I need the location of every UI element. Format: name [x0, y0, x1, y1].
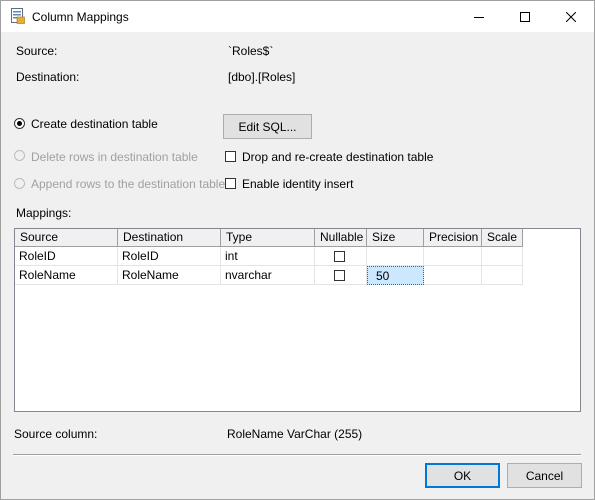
cancel-button[interactable]: Cancel [507, 463, 582, 488]
edit-sql-button[interactable]: Edit SQL... [223, 114, 312, 139]
close-icon [566, 11, 576, 22]
minimize-button[interactable] [456, 1, 502, 32]
size-cell[interactable] [367, 247, 424, 266]
append-rows-label[interactable]: Append rows to the destination table [31, 177, 225, 191]
create-table-radio[interactable] [14, 118, 25, 129]
nullable-cell[interactable] [315, 266, 367, 285]
source-column-label: Source column: [14, 427, 98, 441]
destination-cell[interactable]: RoleName [118, 266, 221, 285]
column-header-destination[interactable]: Destination [118, 229, 221, 247]
nullable-checkbox[interactable] [334, 270, 345, 281]
scale-cell[interactable] [482, 247, 523, 266]
mappings-grid[interactable]: Source Destination Type Nullable Size Pr… [14, 228, 581, 412]
identity-insert-checkbox[interactable] [225, 178, 236, 189]
source-cell[interactable]: RoleID [15, 247, 118, 266]
type-cell[interactable]: int [221, 247, 315, 266]
column-header-source[interactable]: Source [15, 229, 118, 247]
separator [13, 454, 581, 456]
nullable-cell[interactable] [315, 247, 367, 266]
column-header-nullable[interactable]: Nullable [315, 229, 367, 247]
minimize-icon [474, 16, 484, 18]
source-label: Source: [16, 44, 58, 58]
destination-value: [dbo].[Roles] [228, 70, 296, 84]
destination-label: Destination: [16, 70, 80, 84]
column-header-precision[interactable]: Precision [424, 229, 482, 247]
app-icon [11, 8, 25, 24]
create-table-label[interactable]: Create destination table [31, 117, 158, 131]
identity-insert-label[interactable]: Enable identity insert [242, 177, 353, 191]
delete-rows-label[interactable]: Delete rows in destination table [31, 150, 198, 164]
source-cell[interactable]: RoleName [15, 266, 118, 285]
delete-rows-radio[interactable] [14, 150, 25, 161]
mappings-label: Mappings: [16, 206, 72, 220]
type-cell[interactable]: nvarchar [221, 266, 315, 285]
title-bar: Column Mappings [1, 1, 594, 32]
precision-cell[interactable] [424, 247, 482, 266]
nullable-checkbox[interactable] [334, 251, 345, 262]
drop-recreate-label[interactable]: Drop and re-create destination table [242, 150, 433, 164]
maximize-button[interactable] [502, 1, 548, 32]
column-header-type[interactable]: Type [221, 229, 315, 247]
ok-button[interactable]: OK [425, 463, 500, 488]
column-header-size[interactable]: Size [367, 229, 424, 247]
precision-cell[interactable] [424, 266, 482, 285]
scale-cell[interactable] [482, 266, 523, 285]
append-rows-radio[interactable] [14, 178, 25, 189]
source-value: `Roles$` [228, 44, 274, 58]
drop-recreate-checkbox[interactable] [225, 151, 236, 162]
destination-cell[interactable]: RoleID [118, 247, 221, 266]
column-mappings-dialog: Column Mappings Source: `Roles$` Destina… [0, 0, 595, 500]
maximize-icon [520, 11, 530, 22]
close-button[interactable] [548, 1, 594, 32]
source-column-value: RoleName VarChar (255) [227, 427, 363, 441]
window-title: Column Mappings [32, 10, 129, 24]
column-header-scale[interactable]: Scale [482, 229, 523, 247]
size-cell-selected[interactable]: 50 [367, 266, 424, 285]
